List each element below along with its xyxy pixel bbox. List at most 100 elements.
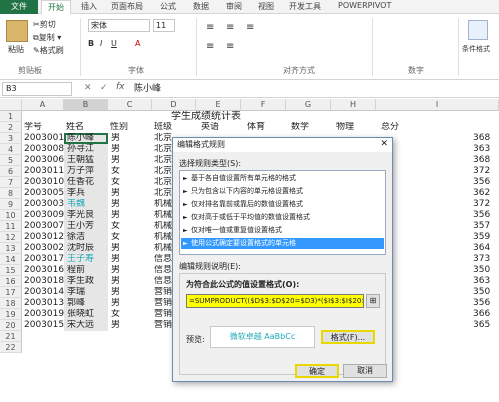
rule-type-list[interactable]: 基于各自值设置所有单元格的格式 只为包含以下内容的单元格设置格式 仅对排名靠前或…: [179, 170, 386, 255]
cell-gender[interactable]: 男: [110, 188, 120, 199]
header-cell[interactable]: 数学: [290, 122, 309, 133]
cell-total[interactable]: 363: [472, 144, 490, 155]
rule-type-item[interactable]: 只为包含以下内容的单元格设置格式: [181, 186, 384, 197]
row-header[interactable]: 19: [0, 309, 22, 320]
cell-total[interactable]: 366: [472, 309, 490, 320]
cell-class[interactable]: 北京: [153, 155, 172, 166]
italic-button[interactable]: I: [100, 39, 102, 48]
cell-id[interactable]: 2003001: [23, 133, 64, 144]
column-header[interactable]: G: [286, 99, 331, 111]
row-header[interactable]: 6: [0, 166, 22, 177]
row-header[interactable]: 12: [0, 232, 22, 243]
cell-gender[interactable]: 男: [110, 287, 120, 298]
tab-powerpivot[interactable]: POWERPIVOT: [338, 1, 391, 10]
cell-class[interactable]: 机械: [153, 210, 172, 221]
font-size-select[interactable]: 11: [153, 19, 175, 32]
column-header[interactable]: A: [22, 99, 64, 111]
cell-total[interactable]: [472, 342, 473, 353]
cell-class[interactable]: 营销: [153, 309, 172, 320]
cell-gender[interactable]: 女: [110, 221, 120, 232]
cell-class[interactable]: 营销: [153, 298, 172, 309]
cell-name[interactable]: 宋大远: [66, 320, 94, 331]
cell-id[interactable]: 2003010: [23, 177, 64, 188]
cell-total[interactable]: 368: [472, 155, 490, 166]
cell-name[interactable]: 郭峰: [66, 298, 85, 309]
cell-gender[interactable]: 男: [110, 144, 120, 155]
cell-total[interactable]: 372: [472, 199, 490, 210]
cell-gender[interactable]: 男: [110, 298, 120, 309]
cell-class[interactable]: 北京: [153, 133, 172, 144]
bold-button[interactable]: B: [88, 39, 94, 48]
formula-field[interactable]: =SUMPRODUCT(($D$3:$D$20=$D3)*($I$3:$I$20…: [186, 294, 364, 308]
cell-gender[interactable]: 女: [110, 177, 120, 188]
conditional-format-icon[interactable]: [468, 20, 488, 40]
cell-class[interactable]: 信息: [153, 254, 172, 265]
name-box[interactable]: B3: [2, 82, 72, 96]
tab-review[interactable]: 审阅: [226, 1, 242, 12]
cell-name[interactable]: 王小芳: [66, 221, 94, 232]
cell-gender[interactable]: 男: [110, 243, 120, 254]
align-top-icon[interactable]: ≡: [206, 22, 214, 33]
header-cell[interactable]: 姓名: [65, 122, 84, 133]
cell-total[interactable]: 350: [472, 287, 490, 298]
cell-total[interactable]: 356: [472, 210, 490, 221]
cell-total[interactable]: 364: [472, 243, 490, 254]
cell-name[interactable]: 徐洁: [66, 232, 85, 243]
cell-id[interactable]: 2003006: [23, 155, 64, 166]
confirm-icon[interactable]: ✓: [100, 83, 108, 93]
cell-class[interactable]: 北京: [153, 144, 172, 155]
paste-button[interactable]: 粘贴: [8, 44, 24, 55]
cell-total[interactable]: 350: [472, 265, 490, 276]
cancel-button[interactable]: 取消: [343, 364, 387, 378]
column-header[interactable]: B: [64, 99, 108, 111]
cell-gender[interactable]: 女: [110, 309, 120, 320]
cell-class[interactable]: 北京: [153, 166, 172, 177]
row-header[interactable]: 13: [0, 243, 22, 254]
cell-total[interactable]: 356: [472, 298, 490, 309]
tab-data[interactable]: 数据: [193, 1, 209, 12]
row-header[interactable]: 20: [0, 320, 22, 331]
cell-id[interactable]: 2003014: [23, 287, 64, 298]
cell-name[interactable]: 孙寻江: [66, 144, 94, 155]
cell-id[interactable]: 2003019: [23, 309, 64, 320]
tab-insert[interactable]: 插入: [81, 1, 97, 12]
tab-formulas[interactable]: 公式: [160, 1, 176, 12]
underline-button[interactable]: U: [111, 39, 117, 48]
row-header[interactable]: 8: [0, 188, 22, 199]
header-cell[interactable]: 体育: [246, 122, 265, 133]
cell-class[interactable]: 营销: [153, 320, 172, 331]
cell-name[interactable]: 王朝猛: [66, 155, 94, 166]
ok-button[interactable]: 确定: [295, 364, 339, 378]
column-header[interactable]: C: [108, 99, 152, 111]
cell-id[interactable]: 2003002: [23, 243, 64, 254]
cell-total[interactable]: 368: [472, 133, 490, 144]
column-header[interactable]: F: [241, 99, 286, 111]
select-all-corner[interactable]: [0, 99, 22, 111]
rule-type-item[interactable]: 仅对唯一值或重复值设置格式: [181, 225, 384, 236]
cell-name[interactable]: 陈小峰: [66, 133, 94, 144]
cell-total[interactable]: 363: [472, 276, 490, 287]
row-header[interactable]: 17: [0, 287, 22, 298]
cell-id[interactable]: 2003007: [23, 221, 64, 232]
cell-id[interactable]: 2003013: [23, 298, 64, 309]
row-header[interactable]: 1: [0, 111, 22, 122]
tab-file[interactable]: 文件: [0, 0, 38, 14]
close-icon[interactable]: ✕: [380, 139, 388, 149]
cell-class[interactable]: 北京: [153, 188, 172, 199]
cancel-icon[interactable]: ✕: [84, 83, 92, 93]
cell-class[interactable]: 信息: [153, 265, 172, 276]
cell-name[interactable]: 李生政: [66, 276, 94, 287]
paste-icon[interactable]: [6, 20, 28, 42]
row-header[interactable]: 7: [0, 177, 22, 188]
header-cell[interactable]: 性别: [109, 122, 128, 133]
column-header[interactable]: H: [331, 99, 376, 111]
conditional-format-button[interactable]: 条件格式: [462, 44, 490, 54]
cell-gender[interactable]: 男: [110, 133, 120, 144]
formula-input[interactable]: 陈小峰: [130, 82, 495, 96]
align-left-icon[interactable]: ≡: [206, 41, 214, 52]
cell-id[interactable]: 2003009: [23, 210, 64, 221]
cell-class[interactable]: 北京: [153, 177, 172, 188]
row-header[interactable]: 2: [0, 122, 22, 133]
tab-developer[interactable]: 开发工具: [289, 1, 321, 12]
cell-gender[interactable]: 男: [110, 320, 120, 331]
